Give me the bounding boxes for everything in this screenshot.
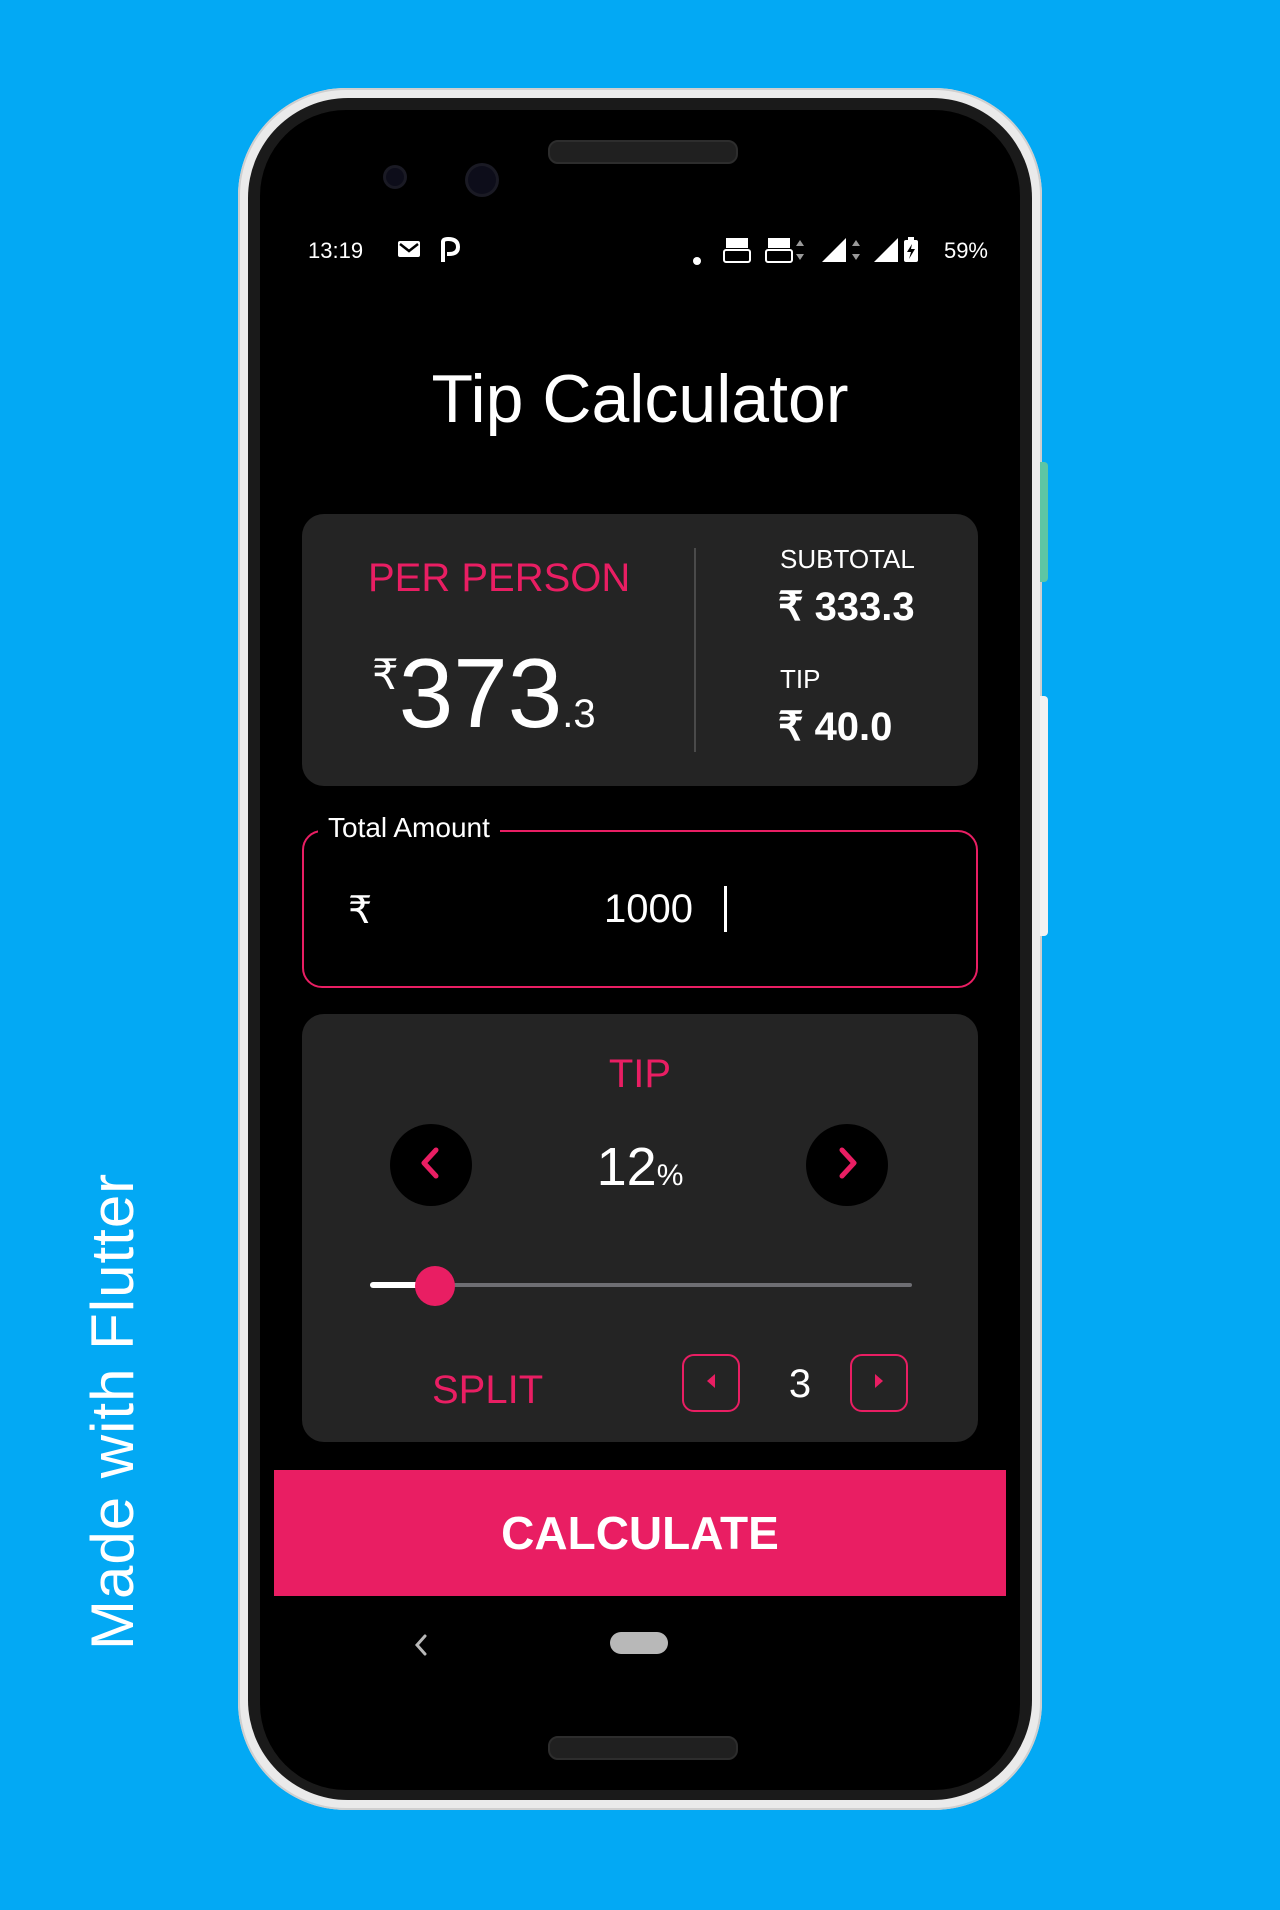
- tip-increase-button[interactable]: [806, 1124, 888, 1206]
- earpiece-speaker: [548, 140, 738, 164]
- summary-divider: [694, 548, 696, 752]
- per-person-decimal: .3: [562, 692, 596, 736]
- phone-screen: 13:19 59% Tip Calculator PER PERSON ₹373…: [260, 110, 1020, 1790]
- signal1-icon: [820, 236, 864, 270]
- subtotal-label: SUBTOTAL: [780, 544, 915, 574]
- summary-card: PER PERSON ₹373.3 SUBTOTAL ₹ 333.3 TIP ₹…: [302, 514, 978, 786]
- tip-percentage-unit: %: [656, 1159, 684, 1192]
- front-camera: [468, 166, 496, 194]
- paytm-icon: [438, 236, 462, 270]
- chevron-right-icon: [832, 1146, 862, 1184]
- tip-amount-label: TIP: [780, 664, 821, 694]
- status-time: 13:19: [308, 238, 364, 263]
- triangle-left-icon: [704, 1372, 718, 1394]
- front-sensor: [386, 168, 404, 186]
- home-pill-icon[interactable]: [610, 1632, 668, 1654]
- tip-section-label: TIP: [608, 1052, 672, 1096]
- total-amount-label: Total Amount: [318, 812, 500, 844]
- split-increase-button[interactable]: [850, 1354, 908, 1412]
- tip-percentage-value: 12: [596, 1137, 657, 1197]
- power-button: [1040, 462, 1048, 582]
- volume-button: [1040, 696, 1048, 936]
- total-amount-field[interactable]: Total Amount ₹: [302, 812, 978, 988]
- gmail-icon: [396, 236, 422, 268]
- volte2-icon: [764, 236, 808, 270]
- subtotal-value: ₹ 333.3: [778, 585, 915, 629]
- split-label: SPLIT: [432, 1368, 544, 1412]
- split-count: 3: [788, 1362, 812, 1406]
- back-chevron-icon[interactable]: [410, 1632, 432, 1662]
- volte1-icon: [722, 236, 752, 270]
- bottom-speaker: [548, 1736, 738, 1760]
- battery-percentage: 59%: [943, 238, 988, 263]
- calculate-button[interactable]: CALCULATE: [274, 1470, 1006, 1596]
- tip-split-card: TIP 12% SPLIT 3: [302, 1014, 978, 1442]
- triangle-right-icon: [872, 1372, 886, 1394]
- per-person-currency: ₹: [372, 651, 399, 698]
- total-amount-input[interactable]: [604, 882, 804, 936]
- text-cursor: [724, 886, 727, 932]
- per-person-value: ₹373.3: [372, 644, 596, 742]
- tip-amount-value: ₹ 40.0: [778, 705, 893, 749]
- battery-charging-icon: [902, 236, 920, 270]
- signal2-icon: [872, 236, 902, 270]
- slider-thumb[interactable]: [415, 1266, 455, 1306]
- made-with-flutter-caption: Made with Flutter: [79, 1172, 146, 1650]
- amount-currency-symbol: ₹: [348, 890, 373, 932]
- notification-dot-icon: [692, 246, 702, 272]
- tip-slider[interactable]: [370, 1266, 912, 1306]
- per-person-label: PER PERSON: [368, 556, 631, 600]
- page-title: Tip Calculator: [431, 361, 849, 437]
- split-decrease-button[interactable]: [682, 1354, 740, 1412]
- status-bar: 13:19 59%: [308, 236, 988, 268]
- per-person-integer: 373: [398, 638, 563, 748]
